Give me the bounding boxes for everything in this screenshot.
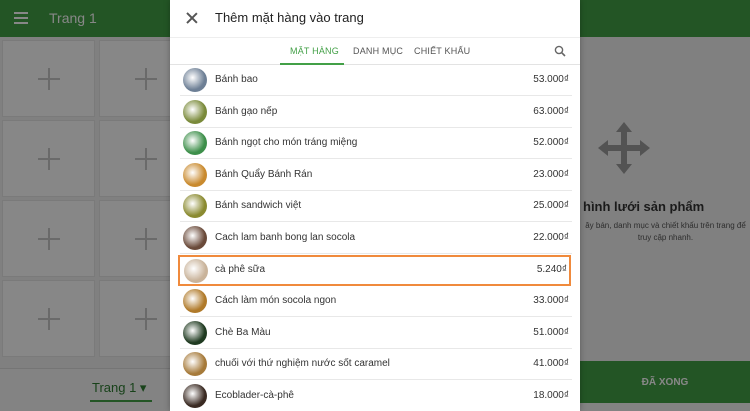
item-thumbnail bbox=[183, 289, 207, 314]
item-price: 41.000₫ bbox=[533, 358, 569, 370]
item-thumbnail bbox=[183, 99, 207, 124]
list-item[interactable]: Bánh bao 53.000₫ bbox=[180, 65, 572, 96]
list-item[interactable]: Cach lam banh bong lan socola 22.000₫ bbox=[180, 223, 572, 254]
item-price: 25.000₫ bbox=[533, 200, 569, 212]
close-icon[interactable] bbox=[185, 11, 199, 25]
item-name: Ecoblader-cà-phê bbox=[215, 390, 294, 401]
item-name: Chè Ba Màu bbox=[215, 326, 271, 338]
item-thumbnail bbox=[183, 320, 207, 345]
list-item[interactable]: cà phê sữa 5.240₫ bbox=[178, 254, 571, 286]
list-item[interactable]: Chè Ba Màu 51.000₫ bbox=[180, 318, 572, 349]
dialog-header: Thêm mặt hàng vào trang bbox=[170, 0, 580, 37]
list-item[interactable]: Bánh gạo nếp 63.000₫ bbox=[180, 97, 572, 128]
dialog-title: Thêm mặt hàng vào trang bbox=[215, 10, 364, 25]
item-thumbnail bbox=[183, 131, 207, 156]
item-price: 23.000₫ bbox=[533, 168, 569, 180]
item-thumbnail bbox=[183, 384, 207, 408]
item-name: Bánh Quẩy Bánh Rán bbox=[215, 168, 313, 180]
item-price: 51.000₫ bbox=[533, 326, 569, 338]
item-price: 22.000₫ bbox=[533, 232, 569, 243]
list-item[interactable]: chuối với thứ nghiệm nước sốt caramel 41.… bbox=[180, 349, 572, 381]
item-thumbnail bbox=[183, 194, 207, 219]
dialog-tabs: MẶT HÀNG DANH MỤC CHIẾT KHẤU bbox=[170, 37, 580, 65]
item-name: Bánh bao bbox=[215, 74, 258, 85]
item-price: 18.000₫ bbox=[533, 390, 569, 401]
item-name: Bánh gạo nếp bbox=[215, 105, 278, 117]
item-name: Bánh ngọt cho món tráng miệng bbox=[215, 137, 358, 149]
item-name: Cach lam banh bong lan socola bbox=[215, 232, 356, 243]
list-item[interactable]: Ecoblader-cà-phê 18.000₫ bbox=[180, 381, 572, 411]
search-icon[interactable] bbox=[554, 45, 566, 57]
add-item-dialog: Thêm mặt hàng vào trang MẶT HÀNG DANH MỤ… bbox=[170, 0, 580, 411]
item-price: 33.000₫ bbox=[533, 295, 569, 307]
item-thumbnail bbox=[183, 352, 207, 377]
item-thumbnail bbox=[183, 68, 207, 92]
list-item[interactable]: Bánh ngọt cho món tráng miệng 52.000₫ bbox=[180, 128, 572, 160]
item-list: Bánh bao 53.000₫ Bánh gạo nếp 63.000₫ Bánh n… bbox=[170, 65, 580, 411]
item-price: 53.000₫ bbox=[533, 74, 569, 85]
item-name: cà phê sữa bbox=[215, 263, 266, 275]
list-item[interactable]: Bánh sandwich việt 25.000₫ bbox=[180, 191, 572, 223]
item-price: 63.000₫ bbox=[533, 105, 569, 117]
item-price: 52.000₫ bbox=[533, 137, 569, 149]
item-price: 5.240₫ bbox=[536, 263, 567, 275]
tab-items[interactable]: MẶT HÀNG bbox=[290, 46, 339, 56]
item-thumbnail bbox=[184, 258, 208, 283]
item-name: Bánh sandwich việt bbox=[215, 200, 302, 212]
tab-categories[interactable]: DANH MỤC bbox=[353, 46, 403, 56]
item-thumbnail bbox=[183, 226, 207, 250]
tab-discounts[interactable]: CHIẾT KHẤU bbox=[414, 46, 470, 56]
list-item[interactable]: Bánh Quẩy Bánh Rán 23.000₫ bbox=[180, 160, 572, 191]
item-name: chuối với thứ nghiệm nước sốt caramel bbox=[215, 358, 390, 370]
item-thumbnail bbox=[183, 162, 207, 187]
item-name: Cách làm món socola ngon bbox=[215, 295, 337, 307]
list-item[interactable]: Cách làm món socola ngon 33.000₫ bbox=[180, 286, 572, 318]
